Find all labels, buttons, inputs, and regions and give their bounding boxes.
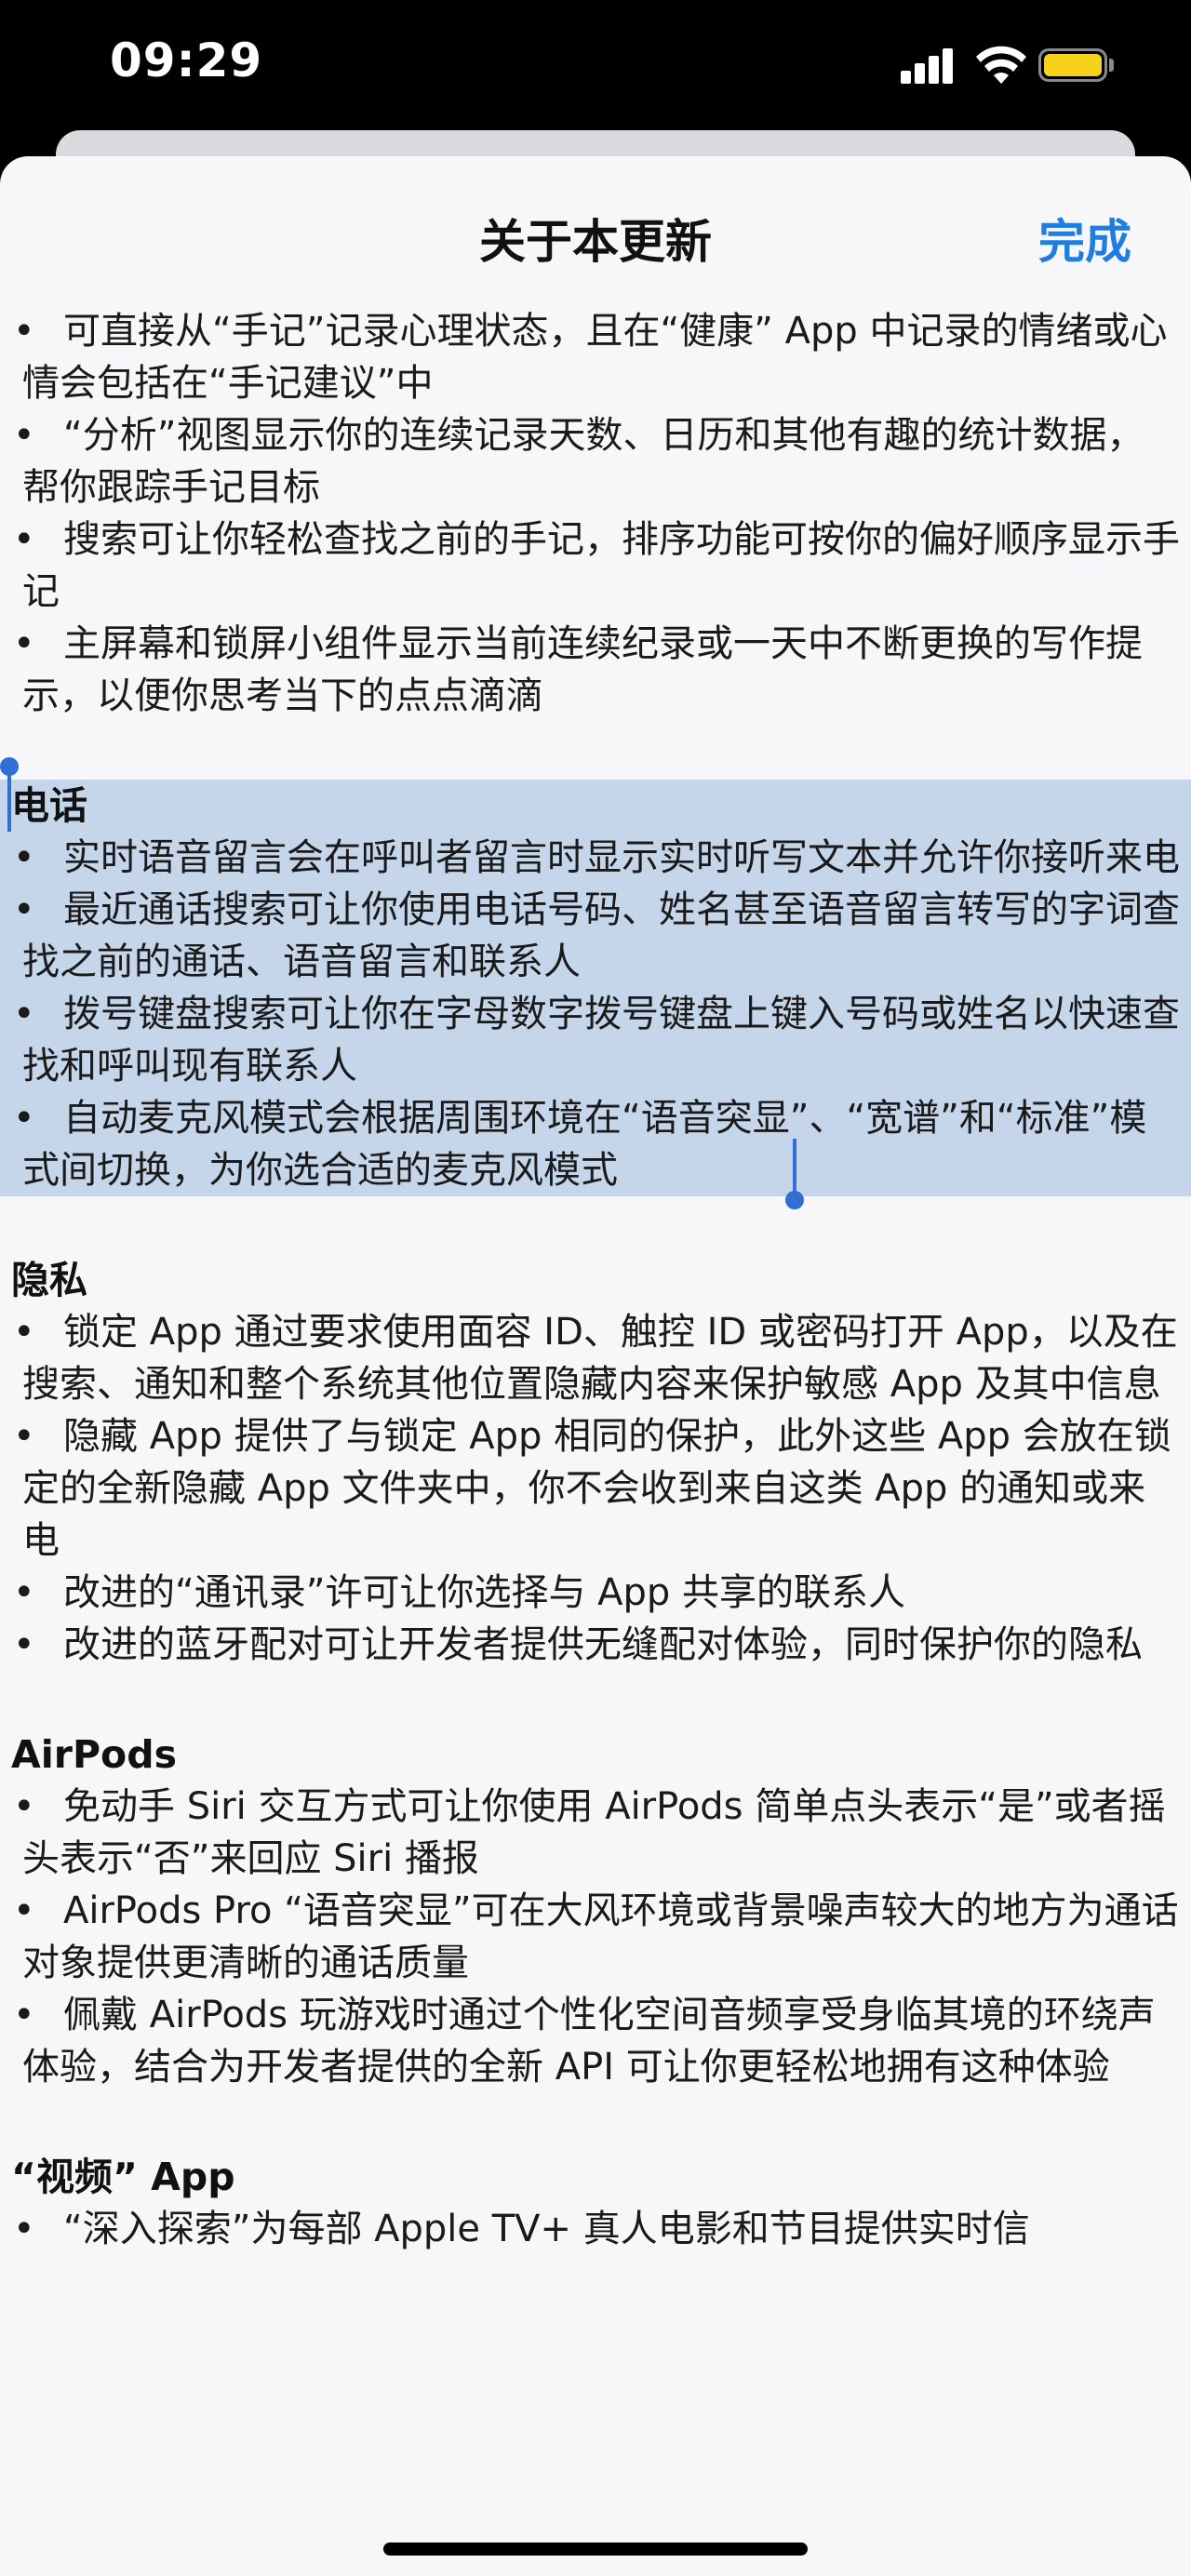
selection-start-handle[interactable] — [0, 757, 19, 832]
list-item: 拨号键盘搜索可让你在字母数字拨号键盘上键入号码或姓名以快速查找和呼叫现有联系人 — [13, 988, 1191, 1092]
release-notes[interactable]: 可直接从“手记”记录心理状态，且在“健康” App 中记录的情绪或心情会包括在“… — [0, 305, 1191, 2313]
list-item: 主屏幕和锁屏小组件显示当前连续纪录或一天中不断更换的写作提示，以便你思考当下的点… — [13, 618, 1191, 722]
list-item: “分析”视图显示你的连续记录天数、日历和其他有趣的统计数据，帮你跟踪手记目标 — [13, 409, 1191, 514]
list-item: “深入探索”为每部 Apple TV+ 真人电影和节目提供实时信 — [13, 2203, 1191, 2255]
home-indicator[interactable] — [383, 2543, 808, 2556]
update-notes-sheet[interactable]: 关于本更新 完成 可直接从“手记”记录心理状态，且在“健康” App 中记录的情… — [0, 156, 1191, 2576]
done-button[interactable]: 完成 — [1038, 205, 1131, 272]
section-heading-phone: 电话 — [11, 783, 87, 828]
list-item: 搜索可让你轻松查找之前的手记，排序功能可按你的偏好顺序显示手记 — [13, 514, 1191, 618]
list-item: 改进的蓝牙配对可让开发者提供无缝配对体验，同时保护你的隐私 — [13, 1619, 1191, 1671]
cellular-signal-icon — [901, 47, 957, 84]
sheet-title: 关于本更新 — [479, 215, 712, 269]
list-item: 实时语音留言会在呼叫者留言时显示实时听写文本并允许你接听来电 — [13, 832, 1191, 884]
section-privacy: 隐私 锁定 App 通过要求使用面容 ID、触控 ID 或密码打开 App，以及… — [0, 1254, 1191, 1671]
list-item: 锁定 App 通过要求使用面容 ID、触控 ID 或密码打开 App，以及在搜索… — [13, 1306, 1191, 1410]
bottom-cutoff — [0, 2493, 1191, 2576]
list-item: 隐藏 App 提供了与锁定 App 相同的保护，此外这些 App 会放在锁定的全… — [13, 1410, 1191, 1567]
list-item: 佩戴 AirPods 玩游戏时通过个性化空间音频享受身临其境的环绕声体验，结合为… — [13, 1989, 1191, 2093]
section-journal: 可直接从“手记”记录心理状态，且在“健康” App 中记录的情绪或心情会包括在“… — [0, 305, 1191, 722]
section-heading-privacy: 隐私 — [11, 1258, 87, 1302]
section-phone[interactable]: 电话 实时语音留言会在呼叫者留言时显示实时听写文本并允许你接听来电 最近通话搜索… — [0, 757, 1191, 1209]
list-item: 最近通话搜索可让你使用电话号码、姓名甚至语音留言转写的字词查找之前的通话、语音留… — [13, 884, 1191, 988]
status-bar: 09:29 — [0, 0, 1191, 140]
wifi-icon — [976, 46, 1026, 84]
battery-icon — [1038, 48, 1107, 82]
battery-cap — [1109, 59, 1114, 72]
list-item: 自动麦克风模式会根据周围环境在“语音突显”、“宽谱”和“标准”模式间切换，为你选… — [13, 1092, 1191, 1196]
section-airpods: AirPods 免动手 Siri 交互方式可让你使用 AirPods 简单点头表… — [0, 1728, 1191, 2093]
section-heading-video: “视频” App — [11, 2155, 235, 2199]
selection-end-handle[interactable] — [785, 1139, 804, 1209]
text-selection[interactable]: 电话 实时语音留言会在呼叫者留言时显示实时听写文本并允许你接听来电 最近通话搜索… — [0, 780, 1191, 1196]
section-heading-airpods: AirPods — [11, 1732, 177, 1777]
list-item: 可直接从“手记”记录心理状态，且在“健康” App 中记录的情绪或心情会包括在“… — [13, 305, 1191, 409]
status-time: 09:29 — [110, 33, 263, 87]
list-item: 改进的“通讯录”许可让你选择与 App 共享的联系人 — [13, 1567, 1191, 1619]
list-item: 免动手 Siri 交互方式可让你使用 AirPods 简单点头表示“是”或者摇头… — [13, 1781, 1191, 1885]
list-item: AirPods Pro “语音突显”可在大风环境或背景噪声较大的地方为通话对象提… — [13, 1885, 1191, 1989]
section-video: “视频” App “深入探索”为每部 Apple TV+ 真人电影和节目提供实时… — [0, 2151, 1191, 2255]
